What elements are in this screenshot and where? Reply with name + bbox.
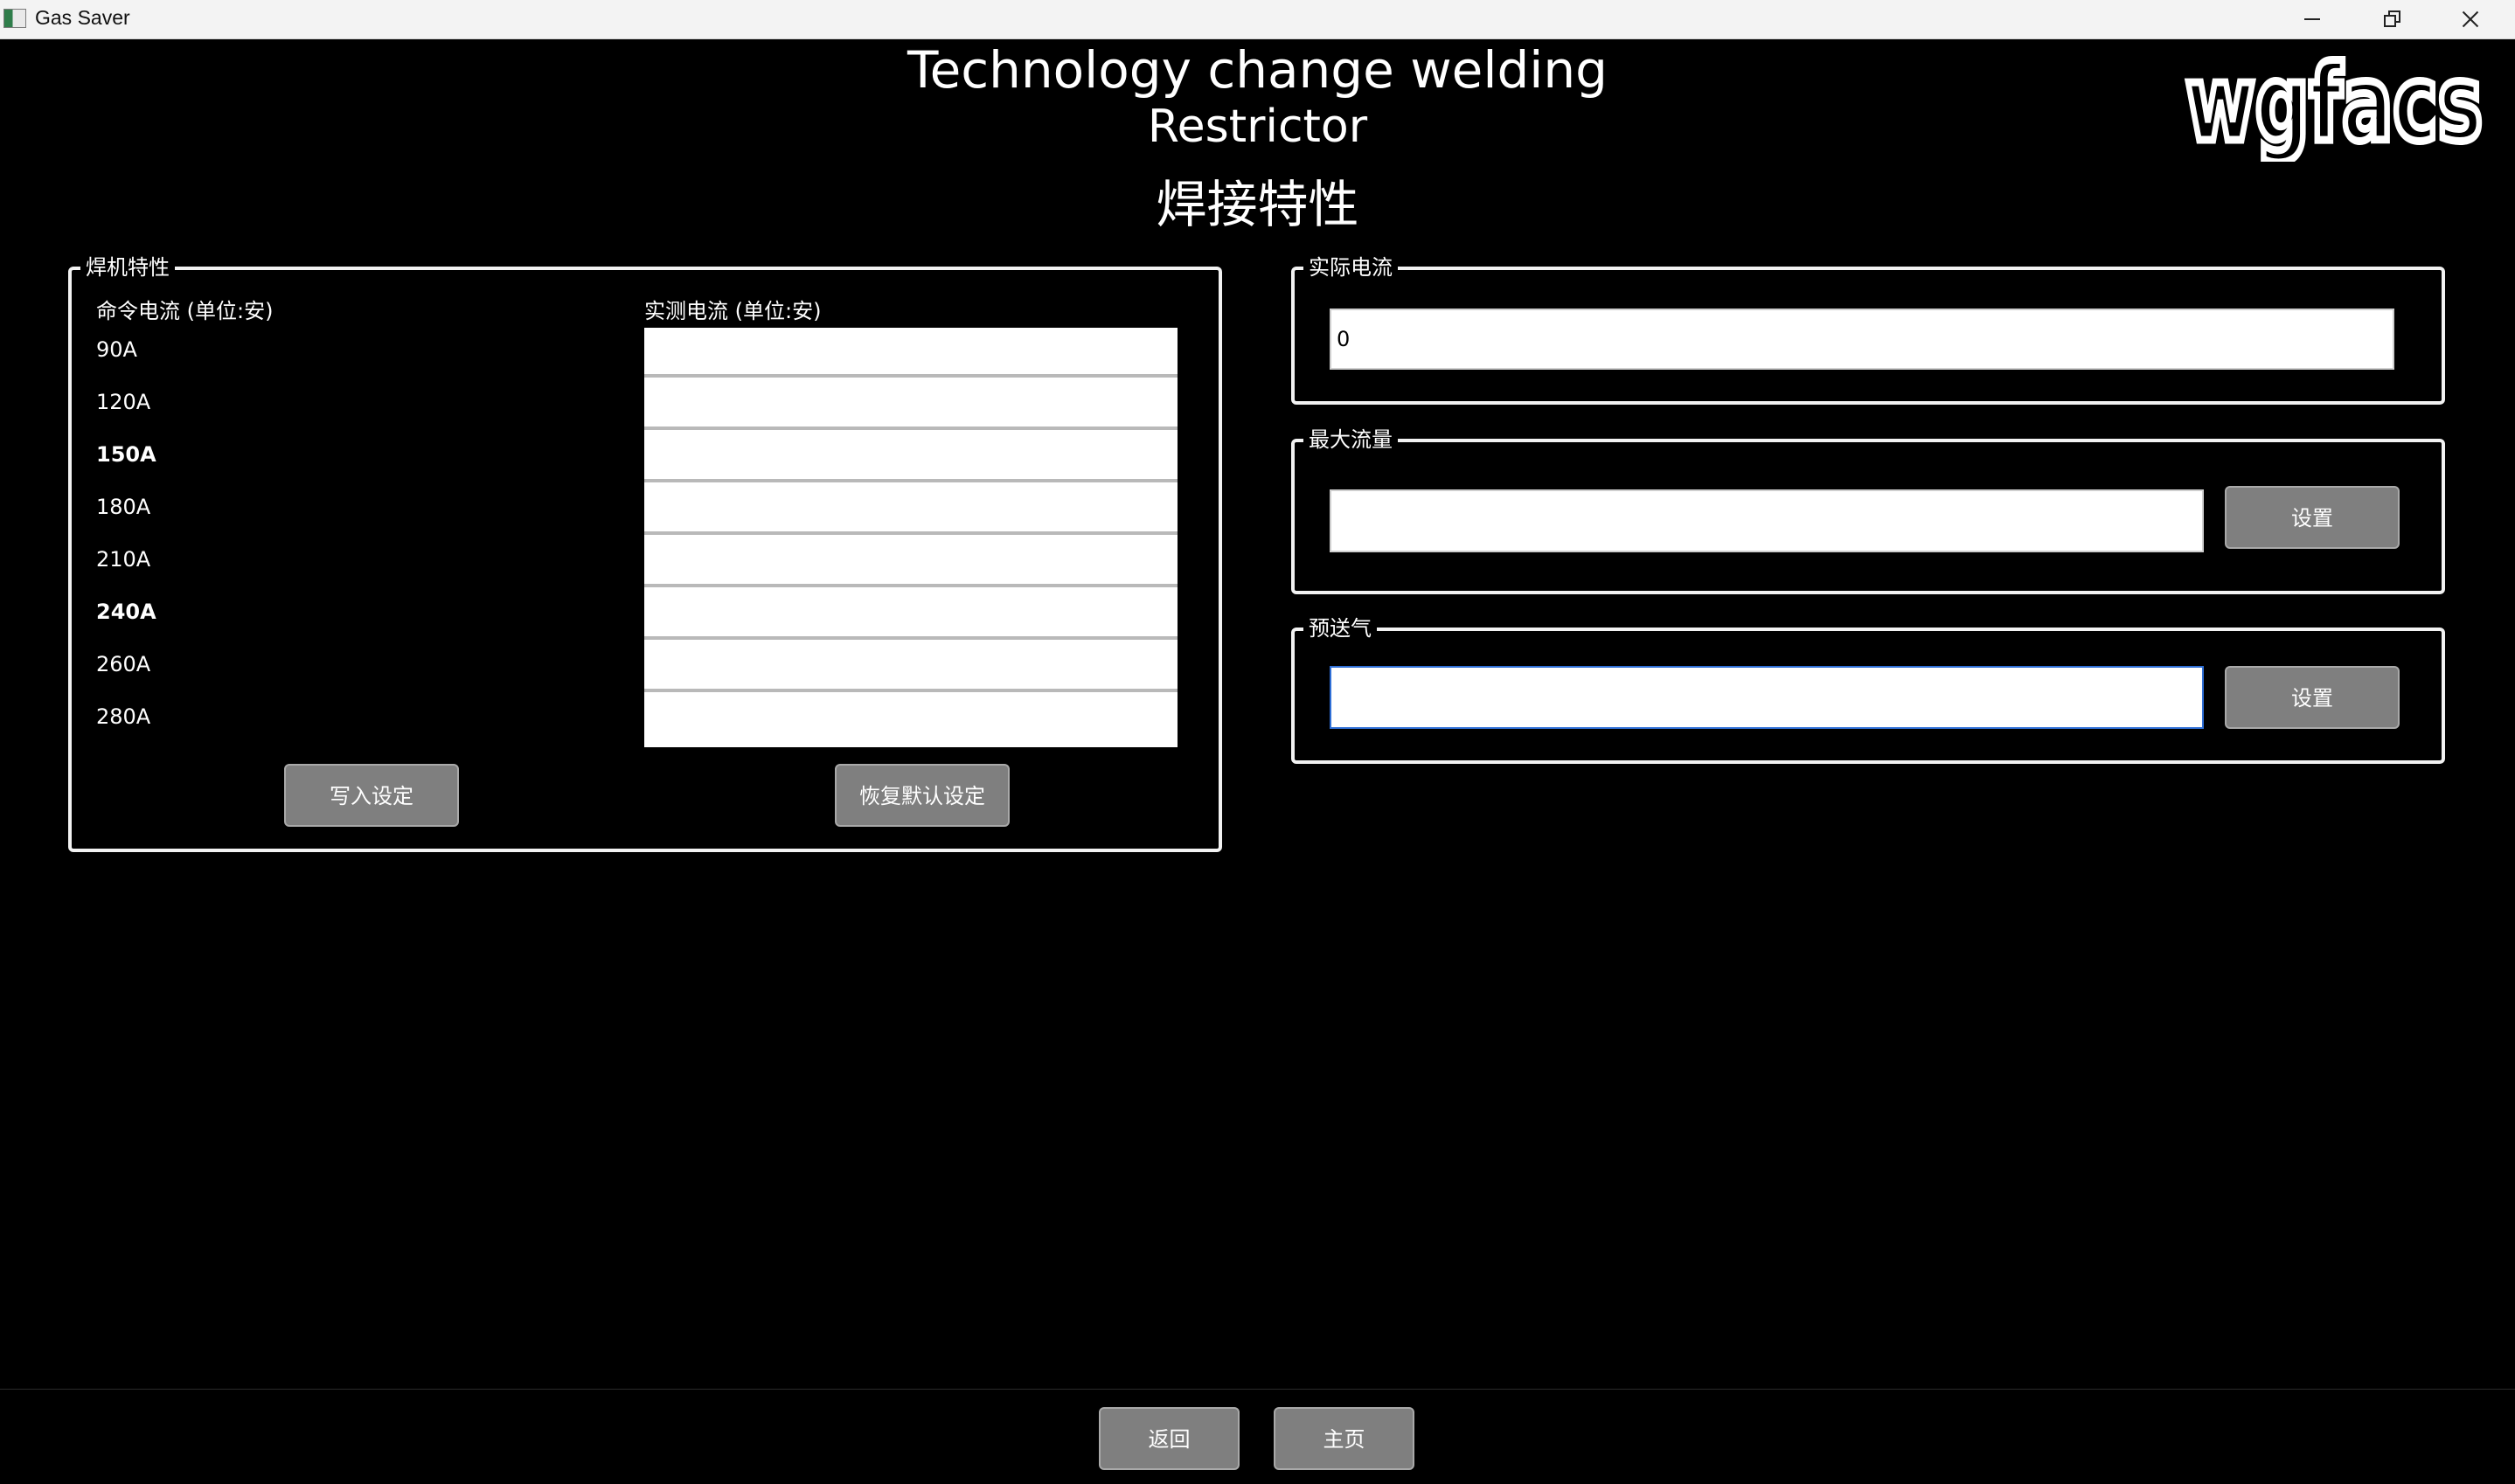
minimize-button[interactable] <box>2273 0 2352 38</box>
measured-current-input[interactable] <box>644 485 1178 531</box>
actual-current-group: 实际电流 <box>1291 254 2445 405</box>
command-current-item: 150A <box>96 442 156 467</box>
logo-text: wgfacs <box>2185 44 2483 162</box>
command-current-item: 90A <box>96 337 137 362</box>
page-subtitle: Restrictor <box>1147 101 1368 153</box>
actual-current-field[interactable] <box>1330 309 2394 370</box>
measured-row <box>644 695 1178 747</box>
command-current-item: 180A <box>96 495 151 519</box>
app-icon <box>3 9 26 28</box>
pre-gas-label: 预送气 <box>1303 615 1377 641</box>
command-current-item: 260A <box>96 652 151 676</box>
measured-current-input[interactable] <box>644 380 1178 426</box>
measured-row <box>644 328 1178 378</box>
max-flow-label: 最大流量 <box>1303 426 1398 453</box>
measured-current-input[interactable] <box>644 537 1178 584</box>
measured-current-input[interactable] <box>644 328 1178 374</box>
write-settings-button[interactable]: 写入设定 <box>284 764 459 827</box>
measured-current-table <box>644 328 1178 747</box>
footer-divider <box>0 1389 2515 1390</box>
wgfacs-logo: wgfacs <box>2182 44 2487 162</box>
max-flow-set-button[interactable]: 设置 <box>2225 486 2400 549</box>
max-flow-group: 最大流量 设置 <box>1291 426 2445 594</box>
command-current-item: 210A <box>96 547 151 572</box>
home-button[interactable]: 主页 <box>1274 1407 1414 1470</box>
welder-group-label: 焊机特性 <box>80 254 175 281</box>
measured-row <box>644 433 1178 482</box>
close-button[interactable] <box>2430 0 2509 38</box>
title-bar: Gas Saver <box>0 0 2515 39</box>
pre-gas-input[interactable] <box>1330 666 2204 729</box>
welder-characteristics-group: 焊机特性 命令电流 (单位:安) 实测电流 (单位:安) 90A 120A 15… <box>68 254 1222 852</box>
window-title: Gas Saver <box>35 6 130 29</box>
section-title: 焊接特性 <box>1156 175 1359 234</box>
restore-defaults-button[interactable]: 恢复默认设定 <box>835 764 1010 827</box>
measured-current-input[interactable] <box>644 642 1178 689</box>
gas-saver-window: Gas Saver Technology change welding Rest… <box>0 0 2515 1484</box>
measured-current-input[interactable] <box>644 433 1178 479</box>
measured-current-input[interactable] <box>644 695 1178 747</box>
command-current-header: 命令电流 (单位:安) <box>96 299 274 323</box>
back-button[interactable]: 返回 <box>1099 1407 1240 1470</box>
actual-current-label: 实际电流 <box>1303 254 1398 281</box>
command-current-item: 280A <box>96 704 151 729</box>
pre-gas-set-button[interactable]: 设置 <box>2225 666 2400 729</box>
pre-gas-group: 预送气 设置 <box>1291 615 2445 764</box>
measured-row <box>644 590 1178 640</box>
restore-window-button[interactable] <box>2352 0 2430 38</box>
measured-current-input[interactable] <box>644 590 1178 636</box>
measured-row <box>644 485 1178 535</box>
page-title: Technology change welding <box>907 40 1608 100</box>
command-current-item: 120A <box>96 390 151 414</box>
max-flow-input[interactable] <box>1330 489 2204 552</box>
measured-row <box>644 380 1178 430</box>
measured-current-header: 实测电流 (单位:安) <box>644 299 822 323</box>
command-current-item: 240A <box>96 600 156 624</box>
measured-row <box>644 642 1178 692</box>
measured-row <box>644 537 1178 587</box>
